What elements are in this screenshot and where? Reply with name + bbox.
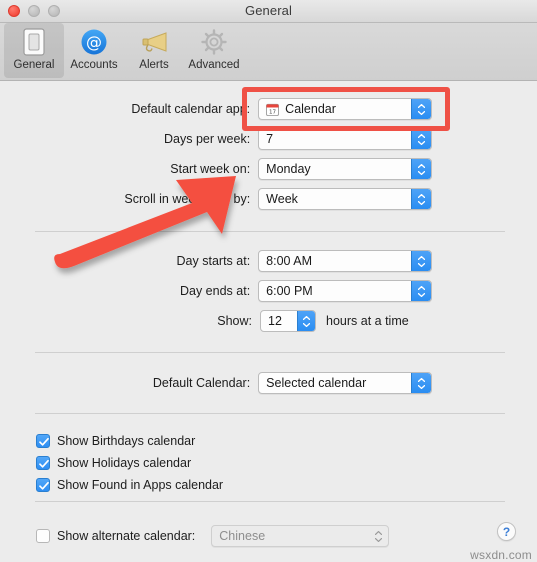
- watermark: wsxdn.com: [470, 548, 532, 562]
- show-hours-value: 12: [268, 314, 282, 328]
- row-scroll-in-week-view-by: Scroll in week view by: Week: [112, 188, 432, 210]
- checkbox-show-alternate-calendar[interactable]: [36, 529, 50, 543]
- alerts-icon: [138, 25, 170, 59]
- svg-text:17: 17: [269, 109, 277, 115]
- start-week-on-value: Monday: [266, 162, 311, 176]
- default-calendar-app-value: Calendar: [285, 102, 336, 116]
- show-hours-stepper-arrows[interactable]: [297, 311, 315, 331]
- day-starts-at-dropdown[interactable]: 8:00 AM: [258, 250, 432, 272]
- tab-alerts-label: Alerts: [139, 59, 169, 71]
- row-start-week-on: Start week on: Monday: [112, 158, 432, 180]
- default-calendar-app-dropdown[interactable]: 17 Calendar: [258, 98, 432, 120]
- tab-advanced-label: Advanced: [188, 59, 240, 71]
- default-calendar-stepper-arrows[interactable]: [411, 373, 431, 393]
- default-calendar-app-value-wrap: 17 Calendar: [266, 102, 336, 116]
- svg-text:@: @: [86, 33, 102, 52]
- day-ends-at-label: Day ends at:: [179, 284, 251, 298]
- day-ends-at-dropdown[interactable]: 6:00 PM: [258, 280, 432, 302]
- default-calendar-app-label: Default calendar app:: [131, 102, 251, 116]
- alternate-calendar-stepper-arrows[interactable]: [369, 526, 388, 546]
- row-days-per-week: Days per week: 7: [112, 128, 432, 150]
- checkbox-show-holidays-calendar[interactable]: Show Holidays calendar: [36, 456, 191, 470]
- default-calendar-app-stepper-arrows[interactable]: [411, 99, 431, 119]
- start-week-on-dropdown[interactable]: Monday: [258, 158, 432, 180]
- help-button[interactable]: ?: [497, 522, 516, 541]
- check-icon: [39, 481, 49, 490]
- start-week-on-label: Start week on:: [170, 162, 251, 176]
- scroll-in-week-view-by-stepper-arrows[interactable]: [411, 189, 431, 209]
- alternate-calendar-value: Chinese: [219, 529, 266, 543]
- row-default-calendar-app: Default calendar app: 17 Calendar: [112, 98, 432, 120]
- window-titlebar: General: [0, 0, 537, 23]
- days-per-week-dropdown[interactable]: 7: [258, 128, 432, 150]
- tab-accounts-label: Accounts: [70, 59, 118, 71]
- checkbox-show-birthdays-calendar[interactable]: Show Birthdays calendar: [36, 434, 195, 448]
- preferences-toolbar: General @ Accounts Alerts Advanced: [0, 23, 537, 81]
- preferences-window: General General @ Accounts Alerts Advanc…: [0, 0, 537, 562]
- tab-accounts[interactable]: @ Accounts: [64, 23, 124, 78]
- checkbox-label: Show Birthdays calendar: [57, 434, 196, 448]
- row-show-hours: Show: 12 hours at a time: [112, 310, 472, 332]
- checkbox-label: Show Holidays calendar: [57, 456, 192, 470]
- day-ends-at-stepper-arrows[interactable]: [411, 281, 431, 301]
- separator-1: [35, 231, 505, 232]
- tab-general[interactable]: General: [4, 23, 64, 78]
- tab-advanced[interactable]: Advanced: [184, 23, 244, 78]
- checkbox-box[interactable]: [36, 456, 50, 470]
- separator-2: [35, 352, 505, 353]
- day-ends-at-value: 6:00 PM: [266, 284, 313, 298]
- general-preferences-pane: Default calendar app: 17 Calendar Days p…: [0, 81, 537, 562]
- tab-general-label: General: [13, 59, 55, 71]
- day-starts-at-value: 8:00 AM: [266, 254, 313, 268]
- row-default-calendar: Default Calendar: Selected calendar: [112, 372, 432, 394]
- check-icon: [39, 437, 49, 446]
- help-button-label: ?: [502, 524, 511, 539]
- default-calendar-dropdown[interactable]: Selected calendar: [258, 372, 432, 394]
- checkbox-box[interactable]: [36, 478, 50, 492]
- separator-3: [35, 413, 505, 414]
- scroll-in-week-view-by-label: Scroll in week view by:: [124, 192, 251, 206]
- row-show-alternate-calendar: Show alternate calendar: Chinese: [36, 525, 390, 547]
- day-starts-at-stepper-arrows[interactable]: [411, 251, 431, 271]
- checkbox-show-found-in-apps-calendar[interactable]: Show Found in Apps calendar: [36, 478, 223, 492]
- default-calendar-label: Default Calendar:: [152, 376, 251, 390]
- window-title: General: [245, 3, 292, 18]
- checkbox-box[interactable]: [36, 434, 50, 448]
- row-day-ends-at: Day ends at: 6:00 PM: [112, 280, 432, 302]
- accounts-icon: @: [79, 25, 109, 59]
- advanced-icon: [199, 25, 229, 59]
- show-hours-label: Show:: [217, 314, 252, 328]
- days-per-week-label: Days per week:: [164, 132, 251, 146]
- default-calendar-value: Selected calendar: [266, 376, 367, 390]
- tab-alerts[interactable]: Alerts: [124, 23, 184, 78]
- general-icon: [19, 25, 49, 59]
- day-starts-at-label: Day starts at:: [176, 254, 251, 268]
- show-alternate-calendar-label: Show alternate calendar:: [57, 529, 196, 543]
- checkbox-label: Show Found in Apps calendar: [57, 478, 224, 492]
- alternate-calendar-dropdown[interactable]: Chinese: [211, 525, 390, 547]
- days-per-week-stepper-arrows[interactable]: [411, 129, 431, 149]
- show-hours-stepper[interactable]: 12: [260, 310, 316, 332]
- row-day-starts-at: Day starts at: 8:00 AM: [112, 250, 432, 272]
- start-week-on-stepper-arrows[interactable]: [411, 159, 431, 179]
- scroll-in-week-view-by-dropdown[interactable]: Week: [258, 188, 432, 210]
- days-per-week-value: 7: [266, 132, 274, 146]
- scroll-in-week-view-by-value: Week: [266, 192, 298, 206]
- calendar-app-icon: 17: [266, 103, 280, 116]
- show-hours-suffix: hours at a time: [326, 314, 409, 328]
- check-icon: [39, 459, 49, 468]
- separator-4: [35, 501, 505, 502]
